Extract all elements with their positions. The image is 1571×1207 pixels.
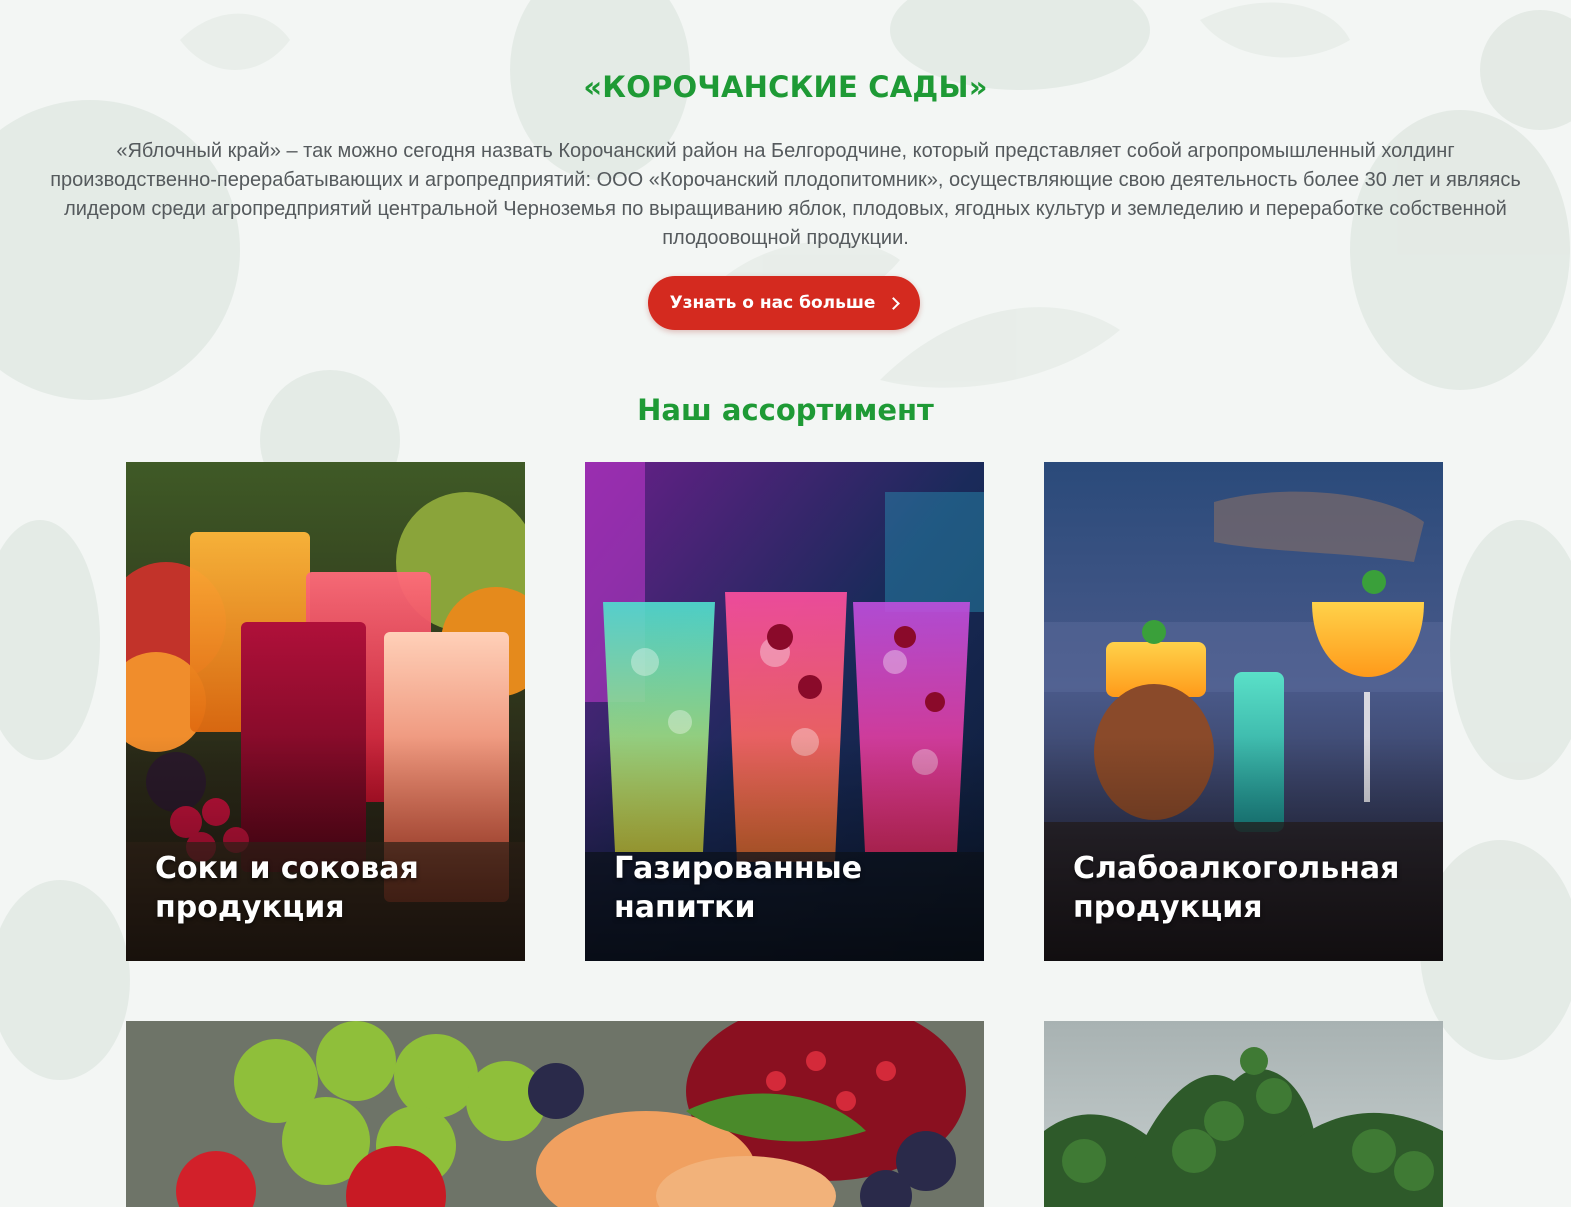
category-card-fruits[interactable] <box>126 1021 984 1207</box>
learn-more-label: Узнать о нас больше <box>669 293 876 313</box>
category-card-orchard[interactable] <box>1044 1021 1443 1207</box>
card-label: Газированные напитки <box>614 851 863 925</box>
learn-more-button[interactable]: Узнать о нас больше <box>648 276 920 330</box>
category-card-juices[interactable]: Соки и соковая продукция <box>126 462 525 961</box>
page-title: «КОРОЧАНСКИЕ САДЫ» <box>583 70 988 104</box>
card-label: Соки и соковая продукция <box>155 851 419 925</box>
company-description: «Яблочный край» – так можно сегодня назв… <box>50 140 1521 249</box>
chevron-right-icon <box>887 296 901 310</box>
fruits-photo <box>126 1021 984 1207</box>
category-card-low-alcohol[interactable]: Слабоалкогольная продукция <box>1044 462 1443 961</box>
card-label: Слабоалкогольная продукция <box>1073 851 1400 925</box>
category-card-carbonated[interactable]: Газированные напитки <box>585 462 984 961</box>
orchard-trees-photo <box>1044 1021 1443 1207</box>
assortment-title: Наш ассортимент <box>637 393 934 427</box>
